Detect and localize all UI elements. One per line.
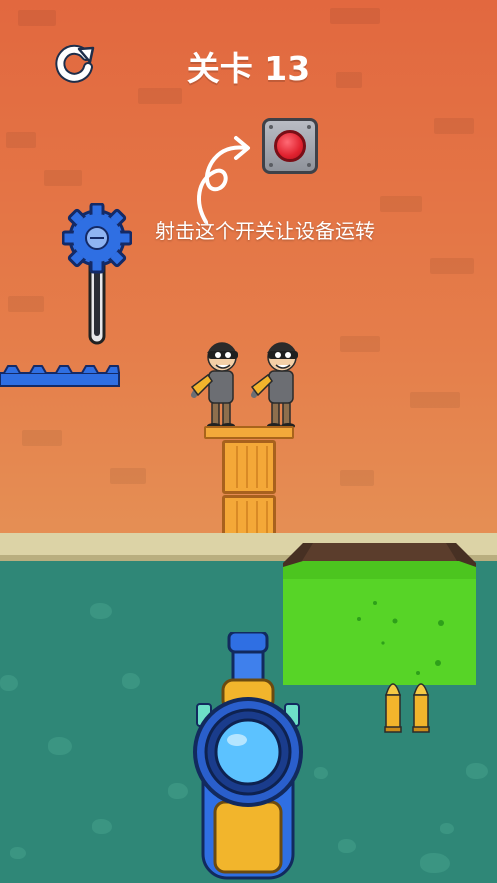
acid-tank	[283, 543, 476, 685]
pebble	[0, 675, 18, 691]
thief-target[interactable]	[190, 335, 252, 430]
pebble	[92, 819, 112, 834]
spike-platform	[0, 365, 120, 387]
pebble	[90, 603, 112, 619]
wall-brick	[434, 118, 474, 134]
wall-brick	[110, 468, 146, 484]
wall-brick	[8, 296, 44, 312]
wall-brick	[18, 10, 56, 26]
gear-lever[interactable]	[62, 203, 132, 348]
bullet-icon	[412, 683, 430, 733]
wall-brick	[340, 470, 374, 486]
pebble	[48, 737, 72, 755]
blue-gear-icon	[62, 203, 132, 274]
wall-brick	[6, 132, 36, 148]
wall-brick	[44, 170, 82, 186]
pebble	[420, 853, 450, 873]
crate-slats	[228, 446, 270, 488]
wall-brick	[340, 336, 380, 352]
pebble	[440, 823, 454, 834]
switch-button[interactable]	[262, 118, 318, 174]
bullet-icon	[384, 683, 402, 733]
thief-target[interactable]	[250, 335, 312, 430]
rivet	[269, 125, 273, 129]
sniper-rifle[interactable]	[185, 632, 310, 883]
game-scene[interactable]: 关卡 13 射击这个开关让设备运转	[0, 0, 497, 883]
rivet	[307, 125, 311, 129]
wall-brick	[138, 88, 182, 104]
red-switch-icon	[274, 130, 306, 162]
wall-brick	[22, 430, 62, 446]
pebble	[10, 847, 26, 859]
pebble	[338, 839, 356, 853]
hint-arrow-icon	[197, 136, 250, 224]
rivet	[307, 163, 311, 167]
wall-brick	[410, 392, 460, 408]
hint-text: 射击这个开关让设备运转	[155, 219, 375, 243]
bullets-remaining	[384, 683, 430, 733]
wooden-crate[interactable]	[222, 440, 276, 494]
wall-brick	[380, 196, 422, 212]
wooden-plank	[204, 426, 294, 439]
wall-brick	[430, 258, 474, 274]
pebble	[314, 767, 328, 779]
pebble	[122, 673, 140, 689]
rivet	[269, 163, 273, 167]
pebble	[466, 763, 488, 779]
level-title: 关卡 13	[186, 49, 311, 88]
wall-brick	[330, 8, 380, 24]
